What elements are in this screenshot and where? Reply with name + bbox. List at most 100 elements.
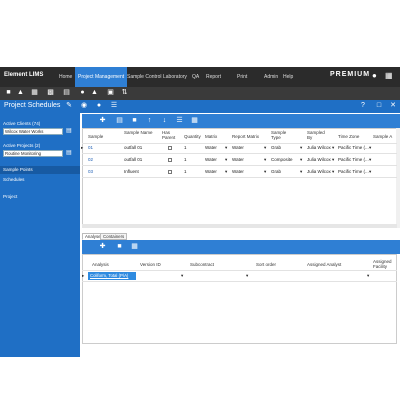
person-tool-icon[interactable]: ● xyxy=(78,88,87,98)
dropdown-icon[interactable]: ▾ xyxy=(369,145,371,151)
row-3-sampled-by[interactable]: Julia Wilcox xyxy=(307,169,331,175)
row-2-sample[interactable]: 02 xyxy=(88,157,93,163)
col-sample-type[interactable]: Sample Type xyxy=(271,130,295,140)
col-assigned-facility[interactable]: Assigned Facility xyxy=(373,259,397,269)
dropdown-icon[interactable]: ▾ xyxy=(225,169,227,175)
tab-containers[interactable]: Containers xyxy=(100,233,128,240)
edit-icon[interactable]: ✎ xyxy=(64,101,74,111)
dropdown-icon[interactable]: ▾ xyxy=(300,145,302,151)
row-1-sample[interactable]: 01 xyxy=(88,145,93,151)
nav-sample-control[interactable]: Sample Control xyxy=(124,67,164,87)
sidebar-item-schedules[interactable]: Schedules xyxy=(3,177,24,182)
row-selector-icon[interactable]: ▸ xyxy=(81,145,83,151)
printer-tool-icon[interactable]: ▣ xyxy=(106,88,115,98)
row-2-sampled-by[interactable]: Julia Wilcox xyxy=(307,157,331,163)
delete-icon[interactable]: ■ xyxy=(130,116,139,126)
move-up-icon[interactable]: ↑ xyxy=(145,116,154,126)
sidebar-item-project[interactable]: Project xyxy=(3,194,17,199)
horizontal-scrollbar[interactable] xyxy=(82,224,397,228)
dropdown-icon[interactable]: ▾ xyxy=(332,145,334,151)
dropdown-icon[interactable]: ▾ xyxy=(264,169,266,175)
col-analysis[interactable]: Analysis xyxy=(92,262,109,267)
nav-print[interactable]: Print xyxy=(234,67,250,87)
col-time-zone[interactable]: Time Zone xyxy=(338,134,359,139)
user-icon[interactable]: ● xyxy=(372,71,377,80)
analysis-row-1[interactable]: Coliform, Total (P/A) xyxy=(88,272,136,280)
sidebar-item-sample-points[interactable]: Sample Points xyxy=(0,166,80,174)
col-subcontract[interactable]: Subcontract xyxy=(190,262,214,267)
row-3-tz[interactable]: Pacific Time (... xyxy=(338,169,369,175)
row-3-qty[interactable]: 1 xyxy=(184,169,187,175)
row-1-qty[interactable]: 1 xyxy=(184,145,187,151)
col-quantity[interactable]: Quantity xyxy=(184,134,201,139)
folder-icon[interactable]: ▤ xyxy=(66,149,72,156)
dropdown-icon[interactable]: ▾ xyxy=(369,157,371,163)
sort-tool-icon[interactable]: ⇅ xyxy=(120,88,129,98)
col-version-id[interactable]: Version ID xyxy=(140,262,161,267)
list-icon[interactable]: ☰ xyxy=(175,116,184,126)
nav-admin[interactable]: Admin xyxy=(261,67,281,87)
row-2-matrix[interactable]: Water xyxy=(205,157,217,163)
dropdown-icon[interactable]: ▾ xyxy=(332,169,334,175)
col-sampled-by[interactable]: Sampled By xyxy=(307,130,331,140)
row-3-name[interactable]: Influent xyxy=(124,169,139,175)
palette-icon[interactable]: ◉ xyxy=(79,101,89,111)
delete-icon[interactable]: ■ xyxy=(115,242,124,252)
dropdown-icon[interactable]: ▾ xyxy=(367,273,369,279)
client-select[interactable]: Wilcox Water Works xyxy=(3,128,63,135)
nav-help[interactable]: Help xyxy=(280,67,296,87)
row-1-report-matrix[interactable]: Water xyxy=(232,145,244,151)
col-sample[interactable]: Sample xyxy=(88,134,103,139)
project-select[interactable]: Routine Monitoring xyxy=(3,150,63,157)
nav-laboratory[interactable]: Laboratory xyxy=(160,67,190,87)
row-3-report-matrix[interactable]: Water xyxy=(232,169,244,175)
row-2-type[interactable]: Composite xyxy=(271,157,293,163)
nav-report[interactable]: Report xyxy=(203,67,224,87)
help-icon[interactable]: ? xyxy=(358,101,368,111)
grid-view-icon[interactable]: ▦ xyxy=(130,242,139,252)
menu-icon[interactable]: ☰ xyxy=(109,101,119,111)
nav-home[interactable]: Home xyxy=(56,67,75,87)
table-tool-icon[interactable]: ▦ xyxy=(30,88,39,98)
col-sample-a[interactable]: Sample A xyxy=(373,134,392,139)
col-report-matrix[interactable]: Report Matrix xyxy=(232,134,259,139)
row-3-matrix[interactable]: Water xyxy=(205,169,217,175)
row-1-sampled-by[interactable]: Julia Wilcox xyxy=(307,145,331,151)
dropdown-icon[interactable]: ▾ xyxy=(264,145,266,151)
nav-project-management[interactable]: Project Management xyxy=(75,67,128,87)
nav-qa[interactable]: QA xyxy=(189,67,202,87)
close-icon[interactable]: ✕ xyxy=(388,101,398,111)
row-selector-icon[interactable]: ▸ xyxy=(82,273,84,279)
row-2-has-parent-checkbox[interactable] xyxy=(168,158,172,162)
clipboard-tool-icon[interactable]: ▤ xyxy=(62,88,71,98)
flask-tool-icon[interactable]: ▲ xyxy=(90,88,99,98)
dropdown-icon[interactable]: ▾ xyxy=(300,169,302,175)
folder-icon[interactable]: ▤ xyxy=(66,127,72,134)
move-down-icon[interactable]: ↓ xyxy=(160,116,169,126)
dropdown-icon[interactable]: ▾ xyxy=(332,157,334,163)
dropdown-icon[interactable]: ▾ xyxy=(181,273,183,279)
row-3-has-parent-checkbox[interactable] xyxy=(168,170,172,174)
add-row-icon[interactable]: ✚ xyxy=(98,116,107,126)
row-2-tz[interactable]: Pacific Time (... xyxy=(338,157,369,163)
row-1-name[interactable]: outfall 01 xyxy=(124,145,142,151)
col-sort-order[interactable]: Sort order xyxy=(256,262,276,267)
col-assigned-analyst[interactable]: Assigned Analyst xyxy=(307,262,341,267)
row-2-qty[interactable]: 1 xyxy=(184,157,187,163)
row-2-report-matrix[interactable]: Water xyxy=(232,157,244,163)
row-2-name[interactable]: outfall 01 xyxy=(124,157,142,163)
dropdown-icon[interactable]: ▾ xyxy=(225,145,227,151)
row-1-tz[interactable]: Pacific Time (... xyxy=(338,145,369,151)
copy-icon[interactable]: ▤ xyxy=(115,116,124,126)
row-3-type[interactable]: Grab xyxy=(271,169,281,175)
row-3-sample[interactable]: 03 xyxy=(88,169,93,175)
row-1-type[interactable]: Grab xyxy=(271,145,281,151)
dropdown-icon[interactable]: ▾ xyxy=(369,169,371,175)
col-has-parent[interactable]: Has Parent xyxy=(162,130,180,140)
apps-grid-icon[interactable]: ▦ xyxy=(385,71,393,80)
col-matrix[interactable]: Matrix xyxy=(205,134,217,139)
home-tool-icon[interactable]: ■ xyxy=(4,88,13,98)
dropdown-icon[interactable]: ▾ xyxy=(300,157,302,163)
row-1-has-parent-checkbox[interactable] xyxy=(168,146,172,150)
col-sample-name[interactable]: Sample Name xyxy=(124,130,154,135)
